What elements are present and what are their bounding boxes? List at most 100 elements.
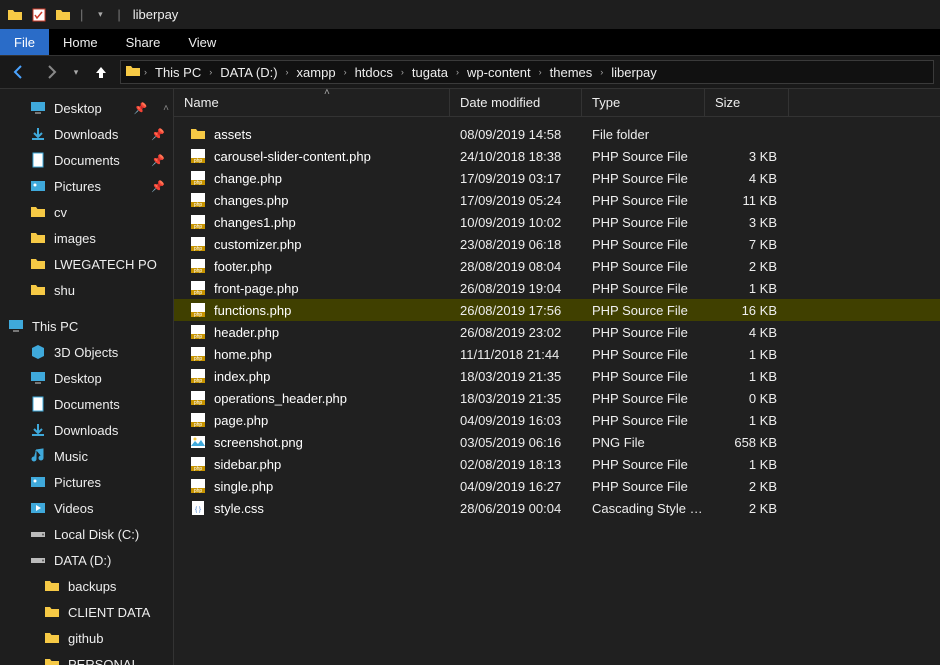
file-row[interactable]: assets08/09/2019 14:58File folder [174,123,940,145]
qat-dropdown-icon[interactable]: ▾ [91,6,109,24]
file-row[interactable]: customizer.php23/08/2019 06:18PHP Source… [174,233,940,255]
sidebar-item-thispc[interactable]: This PC [0,313,173,339]
file-row[interactable]: front-page.php26/08/2019 19:04PHP Source… [174,277,940,299]
file-row[interactable]: footer.php28/08/2019 08:04PHP Source Fil… [174,255,940,277]
menu-view[interactable]: View [174,29,230,55]
column-header-name[interactable]: Name [174,89,450,116]
up-button[interactable] [88,59,114,85]
file-row[interactable]: page.php04/09/2019 16:03PHP Source File1… [174,409,940,431]
file-row[interactable]: header.php26/08/2019 23:02PHP Source Fil… [174,321,940,343]
chevron-right-icon[interactable]: › [599,67,604,77]
file-name-cell: carousel-slider-content.php [174,148,450,164]
file-name-cell: customizer.php [174,236,450,252]
sidebar-item-lwegatech[interactable]: LWEGATECH PO [0,251,173,277]
folder-icon [44,656,60,665]
file-row[interactable]: style.css28/06/2019 00:04Cascading Style… [174,497,940,519]
crumb-xampp[interactable]: xampp [292,65,341,80]
sidebar-item-3dobjects[interactable]: 3D Objects [0,339,173,365]
file-name: index.php [214,369,270,384]
file-row[interactable]: index.php18/03/2019 21:35PHP Source File… [174,365,940,387]
sidebar-item-backups[interactable]: backups [0,573,173,599]
sidebar-item-downloads[interactable]: Downloads 📌 [0,121,173,147]
file-type: Cascading Style S... [582,501,705,516]
chevron-right-icon[interactable]: › [143,67,148,77]
back-button[interactable] [6,59,32,85]
file-row[interactable]: changes.php17/09/2019 05:24PHP Source Fi… [174,189,940,211]
titlebar: | ▾ | liberpay [0,0,940,29]
sidebar-item-label: backups [68,579,116,594]
qat-properties-icon[interactable] [30,6,48,24]
crumb-tugata[interactable]: tugata [407,65,453,80]
chevron-right-icon[interactable]: › [538,67,543,77]
recent-dropdown[interactable]: ▾ [70,59,82,85]
chevron-right-icon[interactable]: › [343,67,348,77]
downloads-icon [30,126,46,142]
menu-share[interactable]: Share [112,29,175,55]
chevron-right-icon[interactable]: › [208,67,213,77]
sidebar-item-clientdata[interactable]: CLIENT DATA [0,599,173,625]
file-row[interactable]: home.php11/11/2018 21:44PHP Source File1… [174,343,940,365]
file-row[interactable]: change.php17/09/2019 03:17PHP Source Fil… [174,167,940,189]
file-name-cell: single.php [174,478,450,494]
sidebar-item-localc[interactable]: Local Disk (C:) [0,521,173,547]
column-header-size[interactable]: Size [705,89,789,116]
file-date: 23/08/2019 06:18 [450,237,582,252]
file-type: PHP Source File [582,281,705,296]
sidebar-item-videos[interactable]: Videos [0,495,173,521]
sidebar-item-downloads2[interactable]: Downloads [0,417,173,443]
file-row[interactable]: carousel-slider-content.php24/10/2018 18… [174,145,940,167]
file-row[interactable]: changes1.php10/09/2019 10:02PHP Source F… [174,211,940,233]
file-row[interactable]: sidebar.php02/08/2019 18:13PHP Source Fi… [174,453,940,475]
file-name-cell: change.php [174,170,450,186]
sidebar-item-label: LWEGATECH PO [54,257,157,272]
navbar: ▾ › This PC › DATA (D:) › xampp › htdocs… [0,55,940,89]
column-header-label: Name [184,95,219,110]
sidebar-item-shu[interactable]: shu [0,277,173,303]
qat-newfolder-icon[interactable] [54,6,72,24]
column-header-type[interactable]: Type [582,89,705,116]
chevron-right-icon[interactable]: › [285,67,290,77]
sidebar-item-images[interactable]: images [0,225,173,251]
forward-button[interactable] [38,59,64,85]
file-name: home.php [214,347,272,362]
file-row[interactable]: functions.php26/08/2019 17:56PHP Source … [174,299,940,321]
file-size: 11 KB [705,193,789,208]
php-icon [190,280,206,296]
php-icon [190,324,206,340]
sidebar-item-documents[interactable]: Documents 📌 [0,147,173,173]
crumb-themes[interactable]: themes [545,65,598,80]
sidebar-item-datad[interactable]: DATA (D:) [0,547,173,573]
sidebar-item-pictures[interactable]: Pictures 📌 [0,173,173,199]
crumb-wpcontent[interactable]: wp-content [462,65,536,80]
menu-home[interactable]: Home [49,29,112,55]
file-row[interactable]: operations_header.php18/03/2019 21:35PHP… [174,387,940,409]
sidebar-item-github[interactable]: github [0,625,173,651]
sidebar-item-desktop[interactable]: Desktop 📌 ˄ [0,95,173,121]
php-icon [190,368,206,384]
crumb-thispc[interactable]: This PC [150,65,206,80]
file-name: changes.php [214,193,288,208]
file-row[interactable]: single.php04/09/2019 16:27PHP Source Fil… [174,475,940,497]
desktop-icon [30,370,46,386]
crumb-htdocs[interactable]: htdocs [350,65,398,80]
file-size: 3 KB [705,215,789,230]
chevron-right-icon[interactable]: › [400,67,405,77]
menu-file[interactable]: File [0,29,49,55]
sidebar-item-pictures2[interactable]: Pictures [0,469,173,495]
file-list[interactable]: assets08/09/2019 14:58File foldercarouse… [174,117,940,665]
file-row[interactable]: screenshot.png03/05/2019 06:16PNG File65… [174,431,940,453]
sidebar-item-personal[interactable]: PERSONAL [0,651,173,665]
crumb-datad[interactable]: DATA (D:) [215,65,282,80]
sidebar-item-documents2[interactable]: Documents [0,391,173,417]
sidebar-item-cv[interactable]: cv [0,199,173,225]
chevron-right-icon[interactable]: › [455,67,460,77]
sidebar[interactable]: Desktop 📌 ˄ Downloads 📌 Documents 📌 Pict… [0,89,174,665]
crumb-liberpay[interactable]: liberpay [606,65,662,80]
address-bar[interactable]: › This PC › DATA (D:) › xampp › htdocs ›… [120,60,934,84]
sidebar-item-desktop2[interactable]: Desktop [0,365,173,391]
file-date: 04/09/2019 16:27 [450,479,582,494]
column-header-date[interactable]: Date modified [450,89,582,116]
file-name-cell: index.php [174,368,450,384]
sidebar-item-music[interactable]: Music [0,443,173,469]
file-type: PHP Source File [582,193,705,208]
